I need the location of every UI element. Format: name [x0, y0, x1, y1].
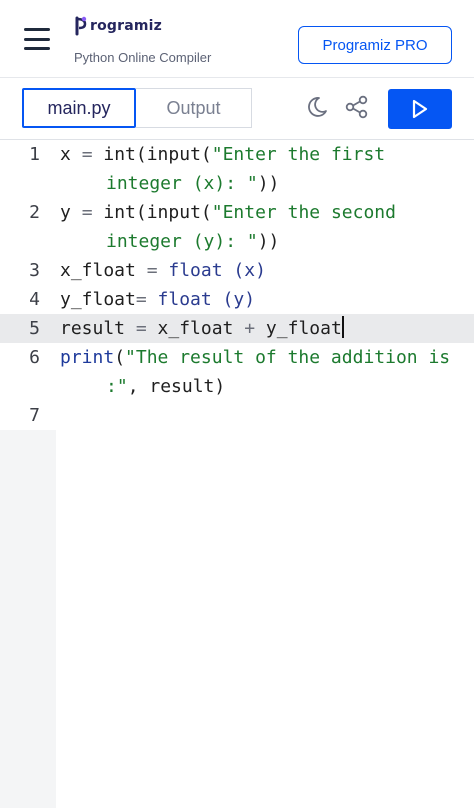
line-number: 1 [29, 144, 40, 165]
tab-main-py[interactable]: main.py [22, 88, 136, 128]
line-number: 4 [29, 289, 40, 310]
code-text: y_float= float (y) [60, 289, 256, 310]
editor-toolbar: main.py Output [0, 78, 474, 140]
code-text: integer (x): ")) [106, 173, 280, 194]
line-number: 7 [29, 405, 40, 426]
code-text: x = int(input("Enter the first [60, 144, 386, 165]
code-text: y = int(input("Enter the second [60, 202, 396, 223]
code-text: x_float = float (x) [60, 260, 266, 281]
menu-icon[interactable] [24, 28, 50, 50]
programiz-pro-button[interactable]: Programiz PRO [298, 26, 452, 64]
code-text: :", result) [106, 376, 226, 397]
line-number: 2 [29, 202, 40, 223]
code-text: integer (y): ")) [106, 231, 280, 252]
code-text: result = x_float + y_float [60, 316, 344, 339]
run-button[interactable] [388, 89, 452, 129]
play-icon [412, 99, 428, 119]
logo-text: rogramiz [90, 18, 163, 34]
moon-icon[interactable] [304, 94, 330, 120]
code-text: print("The result of the addition is [60, 347, 451, 368]
line-number: 3 [29, 260, 40, 281]
programiz-logo[interactable]: rogramiz [74, 16, 162, 36]
text-cursor [341, 316, 344, 338]
code-editor[interactable]: 1 x = int(input("Enter the first integer… [0, 140, 474, 808]
line-number: 6 [29, 347, 40, 368]
share-icon[interactable] [344, 94, 370, 120]
programiz-logo-icon [75, 16, 87, 36]
page-subtitle: Python Online Compiler [74, 50, 212, 65]
line-number: 5 [29, 318, 40, 339]
top-bar: rogramiz Python Online Compiler Programi… [0, 0, 474, 78]
tab-output[interactable]: Output [136, 88, 252, 128]
